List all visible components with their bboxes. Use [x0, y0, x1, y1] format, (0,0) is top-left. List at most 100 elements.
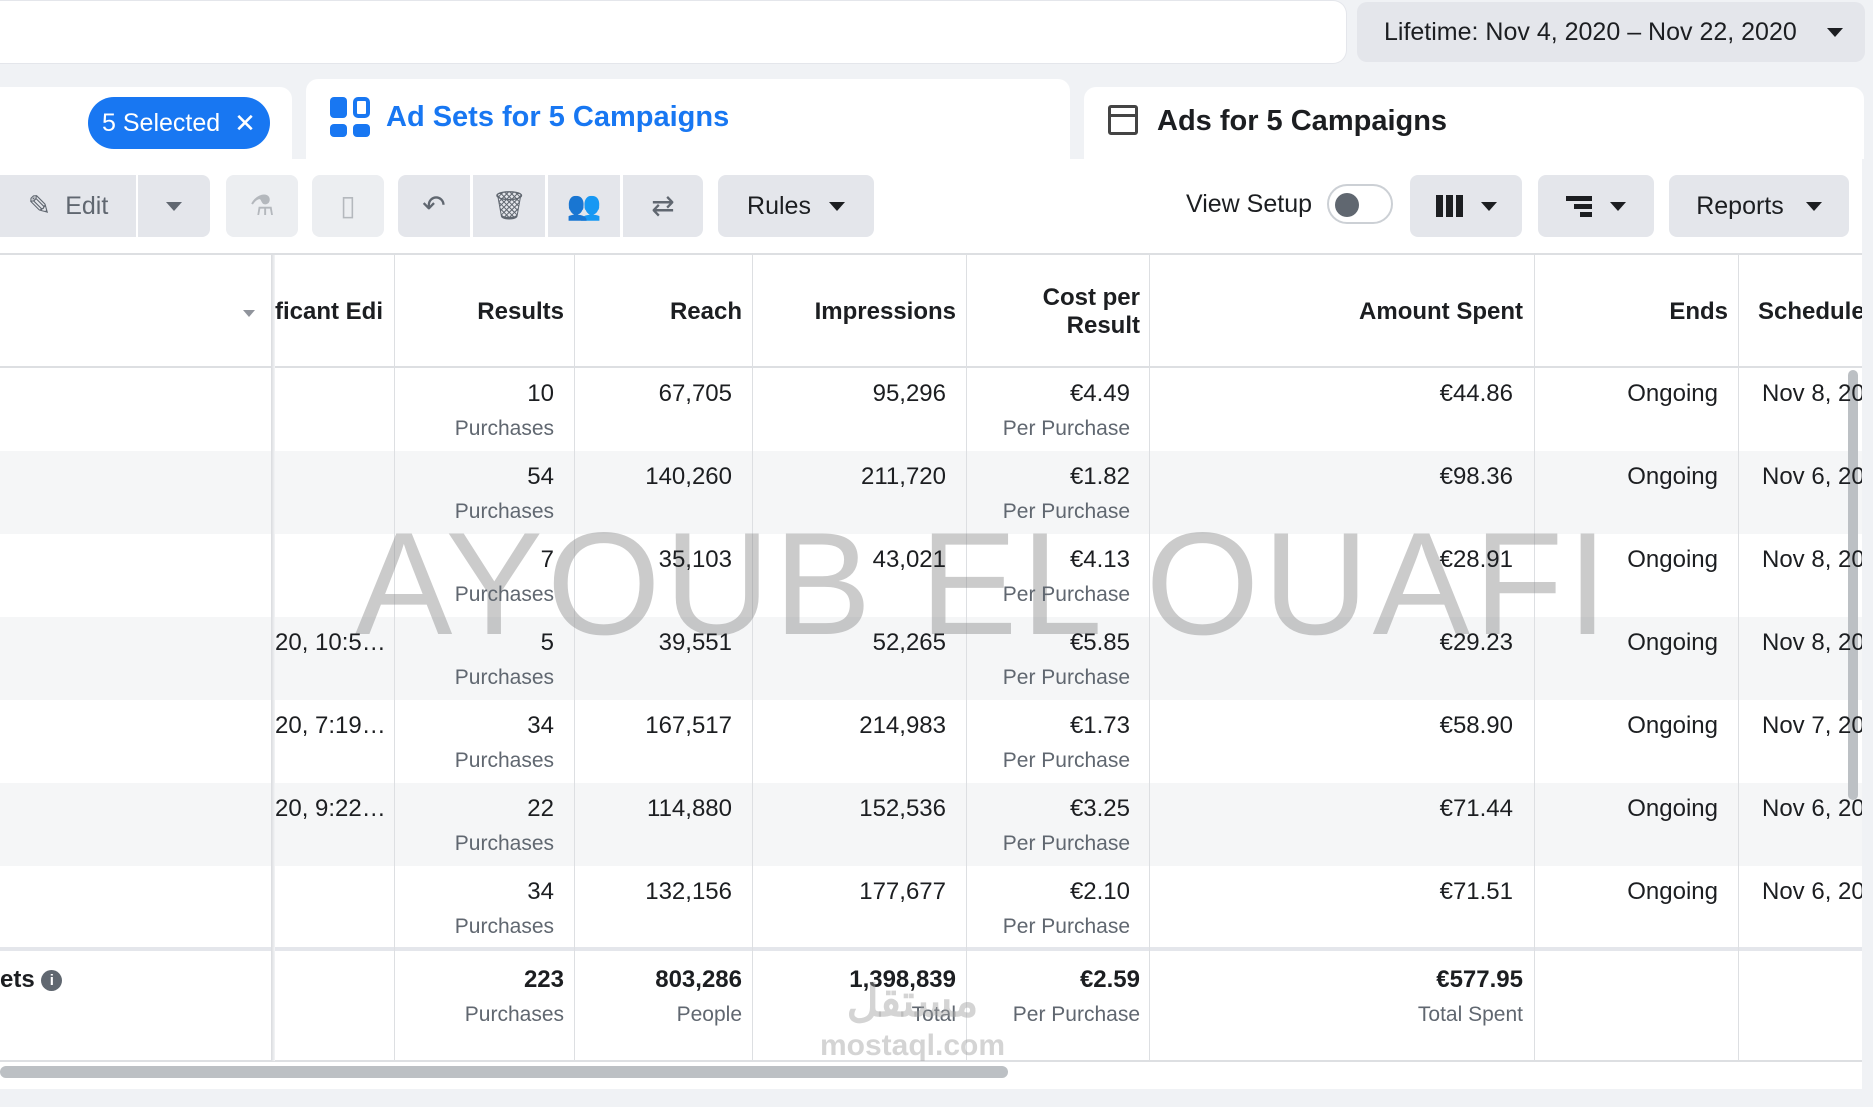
cell-results-sub: Purchases	[454, 666, 554, 689]
watermark-logo: مستقل mostaql.com	[820, 977, 1006, 1063]
date-range-picker[interactable]: Lifetime: Nov 4, 2020 – Nov 22, 2020	[1357, 2, 1865, 62]
cell-edit: 20, 7:19…	[275, 712, 383, 740]
cell-spent: €71.51	[1151, 878, 1513, 906]
header-reach[interactable]: Reach	[576, 298, 742, 326]
header-significant-edit[interactable]: ficant Edit	[275, 298, 383, 326]
pencil-icon: ✎	[27, 190, 52, 221]
cell-spent-value: €71.44	[1439, 795, 1513, 822]
cell-spent: €44.86	[1151, 380, 1513, 408]
preview-button[interactable]: ⇄	[623, 175, 703, 237]
header-impressions[interactable]: Impressions	[754, 298, 956, 326]
cell-impressions: 95,296	[754, 380, 946, 408]
cell-results-value: 10	[527, 380, 554, 407]
rules-button[interactable]: Rules	[718, 175, 874, 237]
cell-results: 22 Purchases	[396, 795, 554, 856]
cell-reach-value: 39,551	[658, 629, 732, 656]
cell-results: 10 Purchases	[396, 380, 554, 441]
ab-test-button[interactable]: ⚗	[226, 175, 298, 237]
cell-cpr: €5.85 Per Purchase	[968, 629, 1130, 690]
date-range-label: Lifetime: Nov 4, 2020 – Nov 22, 2020	[1384, 17, 1797, 46]
cell-reach: 67,705	[576, 380, 732, 408]
cell-impressions: 43,021	[754, 546, 946, 574]
cell-ends-value: Ongoing	[1627, 629, 1718, 656]
breakdown-button[interactable]	[1538, 175, 1654, 237]
cell-spent-value: €28.91	[1439, 546, 1513, 573]
cell-reach: 39,551	[576, 629, 732, 657]
cell-cpr-sub: Per Purchase	[1002, 583, 1130, 606]
cell-cpr-sub: Per Purchase	[1002, 666, 1130, 689]
cell-results-sub: Purchases	[454, 915, 554, 938]
cell-impressions-value: 177,677	[859, 878, 946, 905]
paste-button[interactable]: ▯	[312, 175, 384, 237]
chevron-down-icon	[1827, 27, 1843, 37]
breakdown-icon	[1566, 195, 1592, 217]
cell-ends-value: Ongoing	[1627, 463, 1718, 490]
clipboard-icon: ▯	[340, 190, 356, 221]
cell-results-sub: Purchases	[454, 583, 554, 606]
cell-reach: 140,260	[576, 463, 732, 491]
cell-cpr: €2.10 Per Purchase	[968, 878, 1130, 939]
cell-ends: Ongoing	[1536, 546, 1718, 574]
col-divider	[574, 255, 575, 1061]
tab-ads-label: Ads for 5 Campaigns	[1157, 105, 1448, 137]
tab-ads[interactable]: Ads for 5 Campaigns	[1084, 87, 1864, 159]
cell-results-value: 22	[527, 795, 554, 822]
flask-icon: ⚗	[249, 190, 275, 221]
cell-reach-value: 35,103	[658, 546, 732, 573]
delete-button[interactable]: 🗑	[473, 175, 545, 237]
header-results[interactable]: Results	[396, 298, 564, 326]
tab-adsets-label: Ad Sets for 5 Campaigns	[386, 101, 730, 133]
info-icon[interactable]: i	[41, 970, 63, 992]
cell-schedule: Nov 8, 20	[1740, 380, 1862, 408]
tab-adsets[interactable]: Ad Sets for 5 Campaigns	[306, 79, 1070, 175]
cell-schedule-value: Nov 6, 20	[1762, 795, 1862, 822]
cell-cpr-value: €4.49	[1069, 380, 1130, 407]
frozen-column-shadow	[271, 255, 275, 1061]
cell-edit-value: 20, 9:22…	[275, 795, 383, 822]
header-ends[interactable]: Ends	[1536, 298, 1728, 326]
col-divider	[394, 255, 395, 1061]
selected-chip[interactable]: 5 Selected ✕	[88, 97, 270, 149]
cell-cpr-value: €4.13	[1069, 546, 1130, 573]
edit-button-label: Edit	[65, 191, 109, 220]
cell-impressions: 177,677	[754, 878, 946, 906]
header-cost-per-result[interactable]: Cost per Result	[968, 284, 1140, 340]
header-amount-spent[interactable]: Amount Spent	[1151, 298, 1523, 326]
close-icon[interactable]: ✕	[234, 108, 256, 139]
cell-spent: €29.23	[1151, 629, 1513, 657]
cell-schedule: Nov 8, 20	[1740, 629, 1862, 657]
cell-spent-value: €98.36	[1439, 463, 1513, 490]
cell-results: 34 Purchases	[396, 712, 554, 773]
chevron-down-icon	[1480, 201, 1497, 211]
cell-results: 7 Purchases	[396, 546, 554, 607]
table-top-border	[0, 253, 1862, 255]
audience-button[interactable]: 👥	[548, 175, 620, 237]
cell-ends-value: Ongoing	[1627, 878, 1718, 905]
horizontal-scrollbar[interactable]	[0, 1066, 1008, 1078]
sort-caret-icon[interactable]	[243, 310, 255, 317]
view-setup-toggle[interactable]	[1327, 184, 1393, 224]
col-divider	[966, 255, 967, 1061]
cell-impressions: 152,536	[754, 795, 946, 823]
cell-schedule: Nov 7, 20	[1740, 712, 1862, 740]
rules-label: Rules	[747, 191, 811, 220]
chevron-down-icon	[1610, 201, 1626, 211]
reports-button[interactable]: Reports	[1669, 175, 1849, 237]
selected-chip-label: 5 Selected	[102, 108, 221, 137]
edit-button[interactable]: ✎ Edit	[0, 175, 136, 237]
undo-icon: ↶	[422, 190, 446, 221]
cell-cpr-sub: Per Purchase	[1002, 417, 1130, 440]
cell-results-sub: Purchases	[454, 417, 554, 440]
header-schedule[interactable]: Schedule	[1740, 298, 1862, 326]
cell-cpr-value: €1.73	[1069, 712, 1130, 739]
edit-dropdown-button[interactable]	[138, 175, 210, 237]
cell-schedule-value: Nov 6, 20	[1762, 463, 1862, 490]
columns-button[interactable]	[1410, 175, 1522, 237]
cell-results-sub: Purchases	[454, 832, 554, 855]
cell-spent: €98.36	[1151, 463, 1513, 491]
undo-button[interactable]: ↶	[398, 175, 470, 237]
cell-results: 5 Purchases	[396, 629, 554, 690]
top-filter-bar[interactable]	[0, 0, 1347, 64]
cell-spent: €71.44	[1151, 795, 1513, 823]
cell-edit-value: 20, 10:5…	[275, 629, 383, 656]
